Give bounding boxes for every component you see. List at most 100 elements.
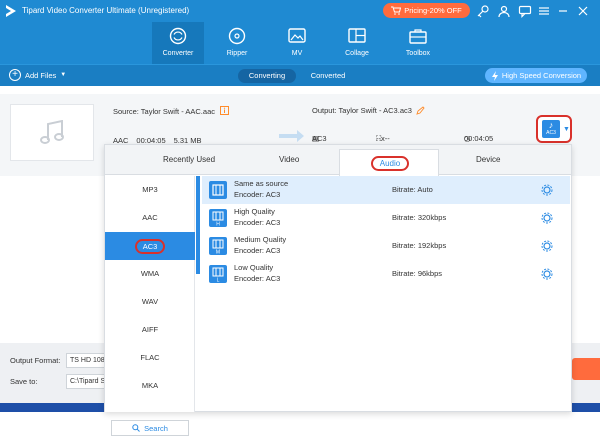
chevron-down-icon: ▼ (563, 126, 570, 133)
tab-video[interactable]: Video (279, 155, 299, 164)
gear-icon[interactable] (541, 240, 553, 252)
format-item-ac3[interactable]: AC3 (105, 232, 195, 260)
format-list-scrollbar[interactable] (196, 176, 200, 274)
arrow-right-icon (279, 130, 304, 142)
pricing-promo-button[interactable]: Pricing-20% OFF (383, 3, 470, 18)
high-speed-label: High Speed Conversion (501, 71, 582, 80)
file-thumbnail[interactable] (10, 104, 94, 161)
output-resolution: --x-- (376, 134, 390, 143)
preset-encoder: Encoder: AC3 (234, 246, 281, 255)
format-search-box[interactable]: Search (111, 420, 189, 436)
cart-icon (391, 6, 402, 15)
preset-high-quality[interactable]: H High Quality Encoder: AC3 Bitrate: 320… (202, 204, 570, 232)
high-quality-icon: H (209, 209, 227, 228)
source-file: Source: Taylor Swift - AAC.aac (113, 106, 230, 116)
output-file-label: Output: Taylor Swift - AC3.ac3 (312, 106, 412, 115)
format-item-wma[interactable]: WMA (105, 260, 195, 288)
search-icon (132, 424, 140, 432)
format-item-mka[interactable]: MKA (105, 372, 195, 400)
tab-audio[interactable]: Audio (339, 149, 439, 176)
tab-converting[interactable]: Converting (238, 69, 296, 83)
info-icon[interactable] (220, 106, 230, 115)
sub-toolbar: + Add Files ▼ Converting Converted High … (0, 64, 600, 86)
converter-icon (169, 27, 187, 45)
app-logo-icon (6, 5, 16, 17)
tab-recently-used[interactable]: Recently Used (163, 155, 215, 164)
convert-all-button[interactable] (572, 358, 600, 380)
preset-badge: H (216, 222, 220, 228)
ac3-format-icon: ♪ AC3 (542, 120, 560, 138)
edit-pencil-icon[interactable] (416, 106, 425, 115)
format-tabs: Recently Used Video Audio Device (105, 145, 571, 176)
minimize-icon[interactable] (556, 4, 570, 18)
tool-ripper[interactable]: Ripper (211, 22, 263, 64)
chat-icon[interactable] (518, 4, 532, 18)
preset-name: High Quality (234, 207, 275, 216)
tool-converter-label: Converter (162, 50, 194, 57)
preset-badge: L (217, 278, 220, 284)
preset-bitrate: Bitrate: 192kbps (392, 241, 447, 250)
tool-converter[interactable]: Converter (152, 22, 204, 64)
preset-name: Same as source (234, 179, 289, 188)
key-icon[interactable] (476, 4, 490, 18)
gear-icon[interactable] (541, 184, 553, 196)
tool-mv[interactable]: MV (271, 22, 323, 64)
mv-icon (288, 28, 306, 43)
gear-icon[interactable] (541, 268, 553, 280)
format-item-mp3[interactable]: MP3 (105, 176, 195, 204)
format-badge-label: AC3 (546, 130, 556, 136)
tab-audio-label: Audio (371, 156, 409, 171)
preset-encoder: Encoder: AC3 (234, 190, 281, 199)
main-toolbar: Converter Ripper MV Collage Toolbox (0, 22, 600, 64)
tool-toolbox[interactable]: Toolbox (392, 22, 444, 64)
low-quality-icon: L (209, 265, 227, 284)
preset-name: Medium Quality (234, 235, 287, 244)
tool-mv-label: MV (291, 50, 303, 57)
gear-icon[interactable] (541, 212, 553, 224)
format-item-aiff[interactable]: AIFF (105, 316, 195, 344)
music-note-icon (40, 119, 64, 144)
user-icon[interactable] (497, 4, 511, 18)
format-item-flac[interactable]: FLAC (105, 344, 195, 372)
search-label: Search (144, 423, 168, 433)
collage-icon (348, 28, 366, 43)
output-format-button[interactable]: ♪ AC3 ▼ (536, 115, 572, 143)
tool-collage[interactable]: Collage (331, 22, 383, 64)
add-files-button[interactable]: + Add Files ▼ (9, 69, 66, 81)
tab-device[interactable]: Device (476, 155, 500, 164)
format-item-aac[interactable]: AAC (105, 204, 195, 232)
preset-bitrate: Bitrate: 320kbps (392, 213, 447, 222)
preset-low-quality[interactable]: L Low Quality Encoder: AC3 Bitrate: 96kb… (202, 260, 570, 288)
preset-encoder: Encoder: AC3 (234, 274, 281, 283)
menu-icon[interactable] (537, 4, 551, 18)
lightning-icon (491, 70, 498, 81)
tool-collage-label: Collage (345, 50, 369, 57)
format-item-wav[interactable]: WAV (105, 288, 195, 316)
save-to-label: Save to: (10, 377, 38, 386)
chevron-down-icon[interactable]: ▼ (60, 72, 66, 78)
app-title: Tipard Video Converter Ultimate (Unregis… (22, 6, 190, 15)
plus-icon: + (9, 69, 21, 81)
tab-converted[interactable]: Converted (300, 69, 356, 83)
tool-ripper-label: Ripper (226, 50, 248, 57)
output-format: AC3 (312, 134, 327, 143)
medium-quality-icon: M (209, 237, 227, 256)
preset-medium-quality[interactable]: M Medium Quality Encoder: AC3 Bitrate: 1… (202, 232, 570, 260)
tool-toolbox-label: Toolbox (405, 50, 431, 57)
pricing-promo-label: Pricing-20% OFF (404, 6, 462, 15)
preset-bitrate: Bitrate: Auto (392, 185, 433, 194)
preset-same-as-source[interactable]: Same as source Encoder: AC3 Bitrate: Aut… (202, 176, 570, 204)
title-bar: Tipard Video Converter Ultimate (Unregis… (0, 0, 600, 22)
output-format-select[interactable]: TS HD 1080 (66, 353, 106, 368)
high-speed-conversion-button[interactable]: High Speed Conversion (485, 68, 587, 83)
preset-name: Low Quality (234, 263, 274, 272)
output-format-label: Output Format: (10, 356, 61, 365)
close-icon[interactable] (576, 4, 590, 18)
preset-badge: M (216, 250, 220, 256)
ripper-icon (228, 27, 246, 45)
same-as-source-icon (209, 181, 227, 199)
format-item-ac3-label: AC3 (135, 238, 165, 254)
save-to-field[interactable]: C:\Tipard S (66, 374, 106, 389)
format-dropdown-panel: Recently Used Video Audio Device MP3 AAC… (104, 144, 572, 436)
output-file: Output: Taylor Swift - AC3.ac3 (312, 106, 425, 115)
